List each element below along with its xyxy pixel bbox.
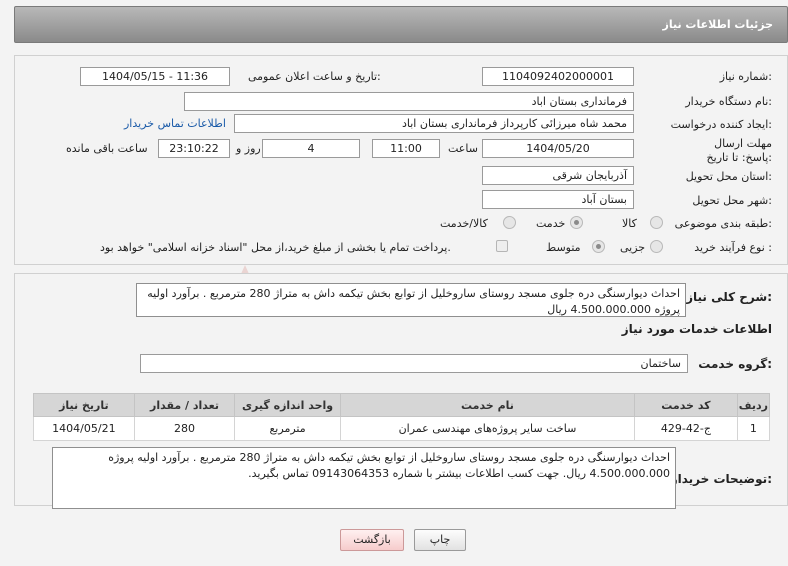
category-radio-goods[interactable] xyxy=(650,216,663,229)
contact-buyer-link[interactable]: اطلاعات تماس خریدار xyxy=(124,117,226,130)
cell-code: ج-42-429 xyxy=(634,416,738,441)
announce-field: 1404/05/15 - 11:36 xyxy=(80,67,230,86)
buyer-notes-textarea[interactable]: احداث دیوارسنگی دره جلوی مسجد روستای سار… xyxy=(52,447,676,509)
time-label: ساعت xyxy=(448,142,478,155)
category-option-service: خدمت xyxy=(536,217,566,230)
deadline-label: مهلت ارسال پاسخ: تا تاریخ: xyxy=(706,137,772,164)
need-number-field: 1104092402000001 xyxy=(482,67,634,86)
category-radio-goods-service[interactable] xyxy=(503,216,516,229)
table-header-row: تاریخ نیاز تعداد / مقدار واحد اندازه گیر… xyxy=(33,393,771,417)
col-date: تاریخ نیاز xyxy=(33,393,135,417)
cell-date: 1404/05/21 xyxy=(33,416,135,441)
col-name: نام خدمت xyxy=(339,393,636,417)
treasury-checkbox[interactable] xyxy=(496,240,508,252)
services-section-title: اطلاعات خدمات مورد نیاز xyxy=(621,322,772,336)
payment-note: پرداخت تمام یا بخشی از مبلغ خرید،از محل … xyxy=(100,241,451,254)
creator-label: ایجاد کننده درخواست: xyxy=(670,118,772,131)
deadline-time-field: 11:00 xyxy=(372,139,440,158)
page-header: جزئیات اطلاعات نیاز xyxy=(14,6,788,43)
days-label: روز و xyxy=(236,142,261,155)
print-button[interactable]: چاپ xyxy=(414,529,466,551)
cell-row: 1 xyxy=(736,416,771,441)
services-table: تاریخ نیاز تعداد / مقدار واحد اندازه گیر… xyxy=(33,393,771,441)
category-option-goods-service: کالا/خدمت xyxy=(440,217,488,230)
buyer-notes-label: توضیحات خریدار: xyxy=(670,472,772,486)
cell-qty: 280 xyxy=(133,416,236,441)
col-qty: تعداد / مقدار xyxy=(133,393,236,417)
process-option-minor: جزیی xyxy=(620,241,646,254)
remaining-label: ساعت باقی مانده xyxy=(66,142,148,155)
category-label: طبقه بندی موضوعی: xyxy=(674,217,772,230)
process-label: نوع فرآیند خرید : xyxy=(694,241,772,254)
province-field: آذربایجان شرقی xyxy=(482,166,634,185)
service-group-label: گروه خدمت: xyxy=(698,357,772,371)
back-button[interactable]: بازگشت xyxy=(340,529,404,551)
summary-textarea[interactable]: احداث دیوارسنگی دره جلوی مسجد روستای سار… xyxy=(136,283,686,317)
process-option-medium: متوسط xyxy=(546,241,581,254)
buyer-org-field: فرمانداری بستان اباد xyxy=(184,92,634,111)
creator-field: محمد شاه میرزائی کارپرداز فرمانداری بستا… xyxy=(234,114,634,133)
cell-name: ساخت سایر پروژه‌های مهندسی عمران xyxy=(339,416,636,441)
col-code: کد خدمت xyxy=(634,393,738,417)
summary-label: شرح کلی نیاز: xyxy=(686,290,772,304)
deadline-date-field: 1404/05/20 xyxy=(482,139,634,158)
buyer-org-label: نام دستگاه خریدار: xyxy=(685,95,772,108)
process-radio-minor[interactable] xyxy=(650,240,663,253)
city-label: شهر محل تحویل: xyxy=(692,194,772,207)
col-row: ردیف xyxy=(736,393,771,417)
service-group-field: ساختمان xyxy=(140,354,688,373)
info-panel xyxy=(14,55,788,265)
announce-label: تاریخ و ساعت اعلان عمومی: xyxy=(248,70,381,83)
remaining-time-field: 23:10:22 xyxy=(158,139,230,158)
province-label: استان محل تحویل: xyxy=(685,170,772,183)
need-number-label: شماره نیاز: xyxy=(719,70,772,83)
category-radio-service[interactable] xyxy=(570,216,583,229)
col-unit: واحد اندازه گیری xyxy=(234,393,341,417)
page-title: جزئیات اطلاعات نیاز xyxy=(662,18,774,31)
cell-unit: مترمربع xyxy=(234,416,341,441)
table-row: 1404/05/21 280 مترمربع ساخت سایر پروژه‌ه… xyxy=(33,416,771,441)
city-field: بستان آباد xyxy=(482,190,634,209)
days-field: 4 xyxy=(262,139,360,158)
category-option-goods: کالا xyxy=(622,217,637,230)
process-radio-medium[interactable] xyxy=(592,240,605,253)
